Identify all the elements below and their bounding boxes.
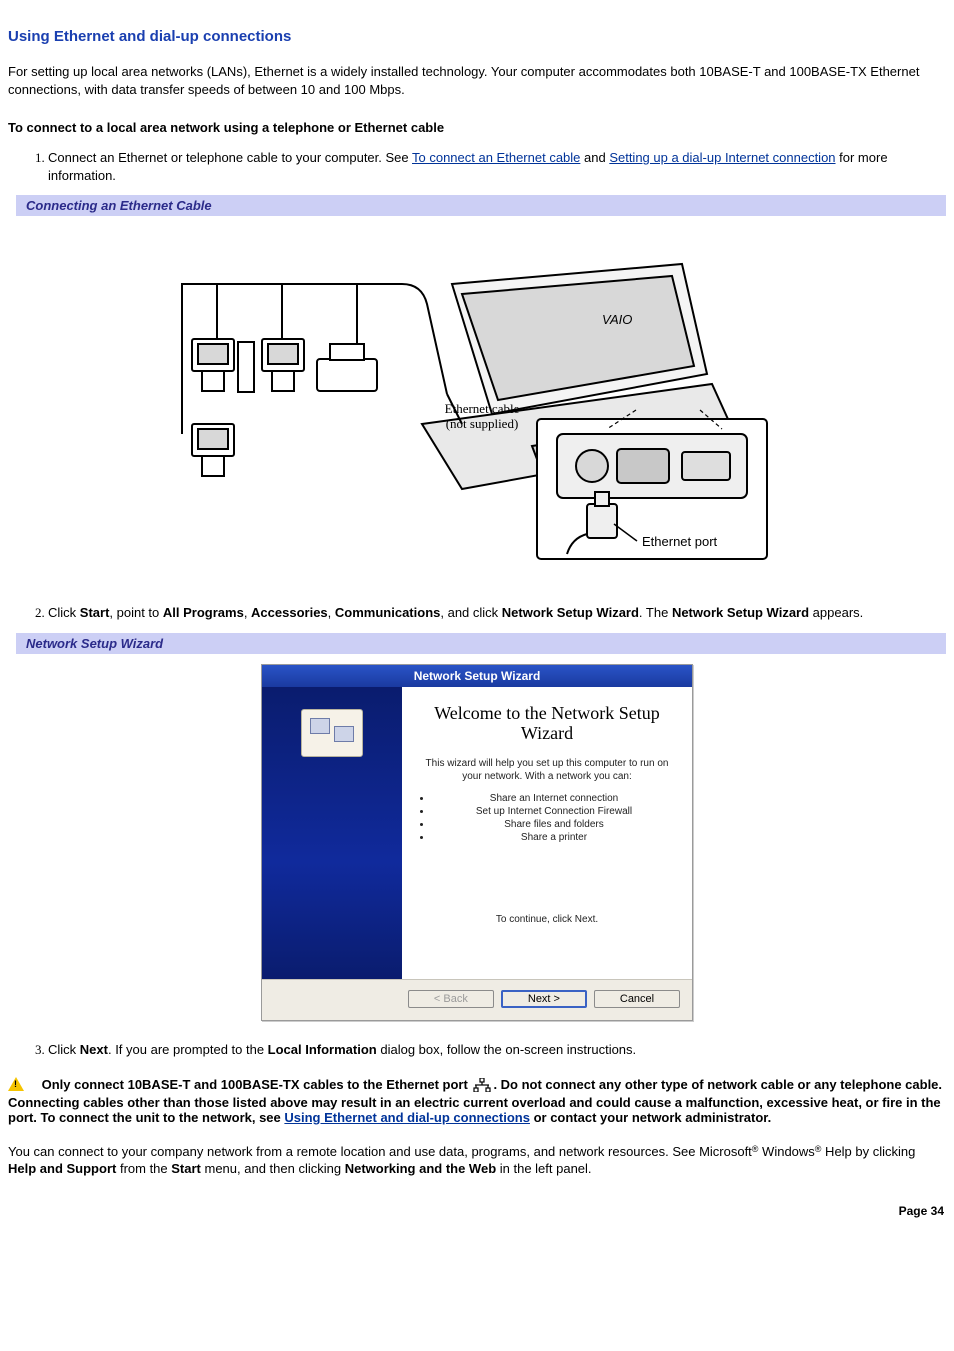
t: . If you are prompted to the: [108, 1042, 268, 1057]
kw-all-programs: All Programs: [163, 605, 244, 620]
closing-paragraph: You can connect to your company network …: [8, 1143, 946, 1178]
t: ,: [244, 605, 251, 620]
back-button[interactable]: < Back: [408, 990, 494, 1008]
step1-text-pre: Connect an Ethernet or telephone cable t…: [48, 150, 412, 165]
t: Windows: [758, 1144, 814, 1159]
t: . The: [639, 605, 672, 620]
t: , and click: [440, 605, 501, 620]
t: from the: [116, 1161, 171, 1176]
t: You can connect to your company network …: [8, 1144, 752, 1159]
wizard-bullets: Share an Internet connection Set up Inte…: [418, 793, 676, 843]
kw-accessories: Accessories: [251, 605, 328, 620]
warning-icon: [8, 1077, 24, 1091]
kw-communications: Communications: [335, 605, 440, 620]
kw-local-information: Local Information: [268, 1042, 377, 1057]
laptop-brand-label: VAIO: [602, 312, 632, 327]
warning-text-a: Only connect 10BASE-T and 100BASE-TX cab…: [42, 1077, 472, 1092]
t: Help by clicking: [821, 1144, 915, 1159]
wizard-side-graphic: [262, 687, 402, 979]
link-setting-up-dialup[interactable]: Setting up a dial-up Internet connection: [609, 150, 835, 165]
page-number: Page 34: [8, 1204, 946, 1218]
network-port-icon: [473, 1078, 491, 1095]
t: Click: [48, 1042, 80, 1057]
kw-networking-and-the-web: Networking and the Web: [345, 1161, 496, 1176]
wizard-bullet: Share a printer: [432, 832, 676, 843]
caption-network-setup-wizard: Network Setup Wizard: [8, 633, 946, 654]
t: dialog box, follow the on-screen instruc…: [377, 1042, 636, 1057]
ethernet-port-label: Ethernet port: [642, 534, 718, 549]
kw-network-setup-wizard-2: Network Setup Wizard: [672, 605, 809, 620]
ethernet-cable-label: Ethernet cable (not supplied): [437, 402, 527, 432]
link-using-ethernet-dialup[interactable]: Using Ethernet and dial-up connections: [284, 1110, 530, 1125]
procedure-heading: To connect to a local area network using…: [8, 120, 946, 135]
kw-network-setup-wizard: Network Setup Wizard: [502, 605, 639, 620]
link-connect-ethernet-cable[interactable]: To connect an Ethernet cable: [412, 150, 580, 165]
wizard-titlebar: Network Setup Wizard: [262, 665, 692, 687]
t: appears.: [809, 605, 863, 620]
kw-start: Start: [80, 605, 110, 620]
figure-ethernet-cable: VAIO Ethernet cable (not supplied): [8, 224, 946, 584]
figure-network-setup-wizard: Network Setup Wizard Welcome to the Netw…: [8, 664, 946, 1021]
caption-connecting-ethernet-cable: Connecting an Ethernet Cable: [8, 195, 946, 216]
wizard-description: This wizard will help you set up this co…: [418, 758, 676, 783]
page-title: Using Ethernet and dial-up connections: [8, 28, 946, 45]
warning-text-c: or contact your network administrator.: [530, 1110, 771, 1125]
intro-paragraph: For setting up local area networks (LANs…: [8, 63, 946, 98]
step-1: Connect an Ethernet or telephone cable t…: [48, 149, 946, 185]
wizard-bullet: Set up Internet Connection Firewall: [432, 806, 676, 817]
t: in the left panel.: [496, 1161, 591, 1176]
step1-text-mid: and: [580, 150, 609, 165]
cancel-button[interactable]: Cancel: [594, 990, 680, 1008]
next-button[interactable]: Next >: [501, 990, 587, 1008]
step-3: Click Next. If you are prompted to the L…: [48, 1041, 946, 1059]
t: menu, and then clicking: [201, 1161, 345, 1176]
t: Click: [48, 605, 80, 620]
wizard-continue-text: To continue, click Next.: [418, 913, 676, 927]
kw-start-2: Start: [171, 1161, 201, 1176]
t: , point to: [109, 605, 162, 620]
wizard-computers-icon: [301, 709, 363, 757]
wizard-button-bar: < Back Next > Cancel: [262, 980, 692, 1020]
wizard-bullet: Share an Internet connection: [432, 793, 676, 804]
step-2: Click Start, point to All Programs, Acce…: [48, 604, 946, 622]
wizard-bullet: Share files and folders: [432, 819, 676, 830]
wizard-heading: Welcome to the Network Setup Wizard: [418, 703, 676, 744]
kw-help-and-support: Help and Support: [8, 1161, 116, 1176]
t: ,: [328, 605, 335, 620]
kw-next: Next: [80, 1042, 108, 1057]
warning-block: Only connect 10BASE-T and 100BASE-TX cab…: [8, 1077, 946, 1125]
